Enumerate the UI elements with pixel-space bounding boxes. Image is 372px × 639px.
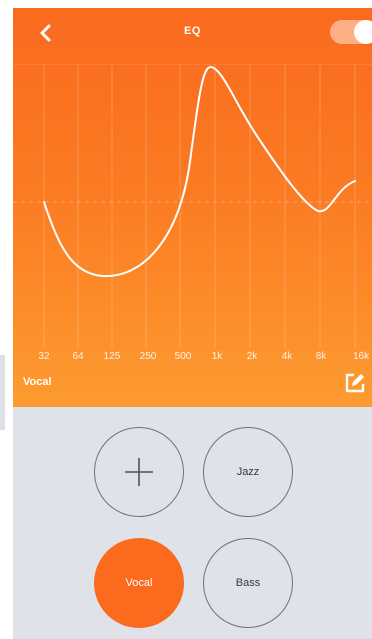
frequency-axis: 32 64 125 250 500 1k 2k 4k 8k 16k Hz bbox=[13, 351, 372, 365]
eq-toggle[interactable] bbox=[330, 20, 372, 44]
edit-icon bbox=[345, 373, 365, 393]
toggle-knob bbox=[354, 20, 372, 44]
freq-label-8k: 8k bbox=[315, 351, 327, 362]
side-edge bbox=[0, 355, 5, 430]
freq-label-16k: 16k Hz bbox=[353, 351, 372, 362]
preset-bass-button[interactable]: Bass bbox=[203, 538, 293, 628]
edit-preset-button[interactable] bbox=[344, 372, 366, 394]
preset-vocal-button[interactable]: Vocal bbox=[94, 538, 184, 628]
freq-label-2k: 2k bbox=[246, 351, 258, 362]
freq-label-32: 32 bbox=[38, 351, 50, 362]
eq-panel: EQ 32 64 125 250 500 1k 2k 4k 8k 16k Voc… bbox=[13, 8, 372, 407]
plus-icon bbox=[125, 458, 153, 486]
top-bar: EQ bbox=[13, 8, 372, 56]
page-title: EQ bbox=[184, 25, 201, 37]
freq-label-1k: 1k bbox=[211, 351, 223, 362]
freq-label-250: 250 bbox=[139, 351, 157, 362]
eq-graph bbox=[13, 64, 372, 348]
freq-label-500: 500 bbox=[174, 351, 192, 362]
eq-curve[interactable] bbox=[43, 66, 356, 278]
preset-jazz-button[interactable]: Jazz bbox=[203, 427, 293, 517]
add-preset-button[interactable] bbox=[94, 427, 184, 517]
eq-screen: EQ 32 64 125 250 500 1k 2k 4k 8k 16k Voc… bbox=[13, 8, 372, 639]
current-preset-name: Vocal bbox=[23, 376, 52, 388]
freq-label-64: 64 bbox=[72, 351, 84, 362]
freq-label-4k: 4k bbox=[281, 351, 293, 362]
freq-label-125: 125 bbox=[103, 351, 121, 362]
